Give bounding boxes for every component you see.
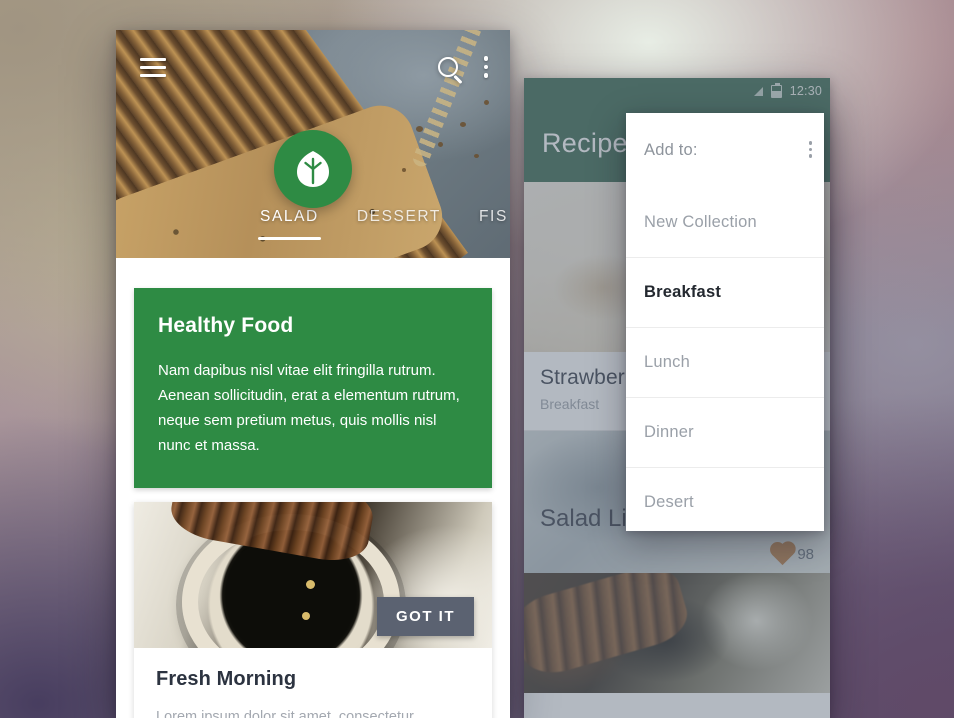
- heart-icon: [772, 543, 794, 566]
- fresh-morning-card[interactable]: GOT IT Fresh Morning Lorem ipsum dolor s…: [134, 502, 492, 718]
- fresh-morning-title: Fresh Morning: [156, 668, 297, 691]
- healthy-food-title: Healthy Food: [158, 314, 294, 337]
- leaf-logo-icon[interactable]: [274, 130, 352, 208]
- hamburger-icon[interactable]: [140, 57, 166, 77]
- dialog-item-new-collection[interactable]: New Collection: [626, 187, 824, 257]
- signal-bars-icon: [753, 86, 763, 96]
- search-icon[interactable]: [437, 57, 458, 77]
- dialog-item-label: Lunch: [644, 353, 690, 371]
- battery-icon: [770, 82, 782, 98]
- crumb: [460, 122, 466, 127]
- crumb: [474, 154, 479, 158]
- front-phone-appbar: [116, 30, 510, 104]
- dialog-item-label: Desert: [644, 493, 694, 511]
- bread-hero-image: SALAD DESSERT FIS: [116, 30, 510, 258]
- kebab-menu-icon[interactable]: [483, 56, 488, 78]
- dialog-item-label: New Collection: [644, 212, 757, 231]
- category-tabs: SALAD DESSERT FIS: [116, 202, 510, 258]
- fresh-morning-body: Lorem ipsum dolor sit amet, consectetur …: [156, 709, 414, 718]
- dialog-item-dinner[interactable]: Dinner: [626, 397, 824, 467]
- healthy-food-body: Nam dapibus nisl vitae elit fringilla ru…: [158, 362, 460, 455]
- dialog-item-label: Breakfast: [644, 283, 722, 301]
- likes-count: 98: [797, 546, 814, 563]
- front-phone-content: Healthy Food Nam dapibus nisl vitae elit…: [116, 288, 510, 718]
- front-phone-screen: SALAD DESSERT FIS Healthy Food Nam dapib…: [116, 30, 510, 718]
- appbar-actions: [437, 56, 488, 78]
- healthy-food-card[interactable]: Healthy Food Nam dapibus nisl vitae elit…: [134, 288, 492, 489]
- coffee-cup-photo: GOT IT: [134, 502, 492, 649]
- add-to-collection-dialog: Add to: New Collection Breakfast Lunch D…: [626, 113, 824, 531]
- dialog-item-desert[interactable]: Desert: [626, 467, 824, 537]
- crumb: [416, 126, 423, 132]
- dialog-item-breakfast[interactable]: Breakfast: [626, 257, 824, 327]
- tab-dessert[interactable]: DESSERT: [357, 202, 441, 226]
- got-it-button[interactable]: GOT IT: [377, 597, 474, 637]
- dialog-item-lunch[interactable]: Lunch: [626, 327, 824, 397]
- kebab-menu-icon[interactable]: [808, 141, 812, 158]
- dialog-item-label: Dinner: [644, 423, 694, 441]
- likes-group[interactable]: 98: [772, 543, 814, 566]
- status-bar-clock: 12:30: [789, 84, 822, 98]
- crumb: [402, 168, 406, 172]
- dialog-header: Add to:: [626, 113, 824, 187]
- dialog-header-label: Add to:: [644, 140, 698, 159]
- honey-hero-card[interactable]: [524, 573, 830, 693]
- crumb: [438, 142, 443, 147]
- wallpaper-background: 12:30 Recipes Strawberry & Breakfast Sal…: [0, 0, 954, 718]
- honey-dipper-photo: [524, 573, 694, 681]
- status-bar: 12:30: [524, 78, 830, 104]
- tab-fish[interactable]: FIS: [479, 202, 508, 226]
- fresh-morning-body-wrap: Fresh Morning Lorem ipsum dolor sit amet…: [134, 648, 492, 718]
